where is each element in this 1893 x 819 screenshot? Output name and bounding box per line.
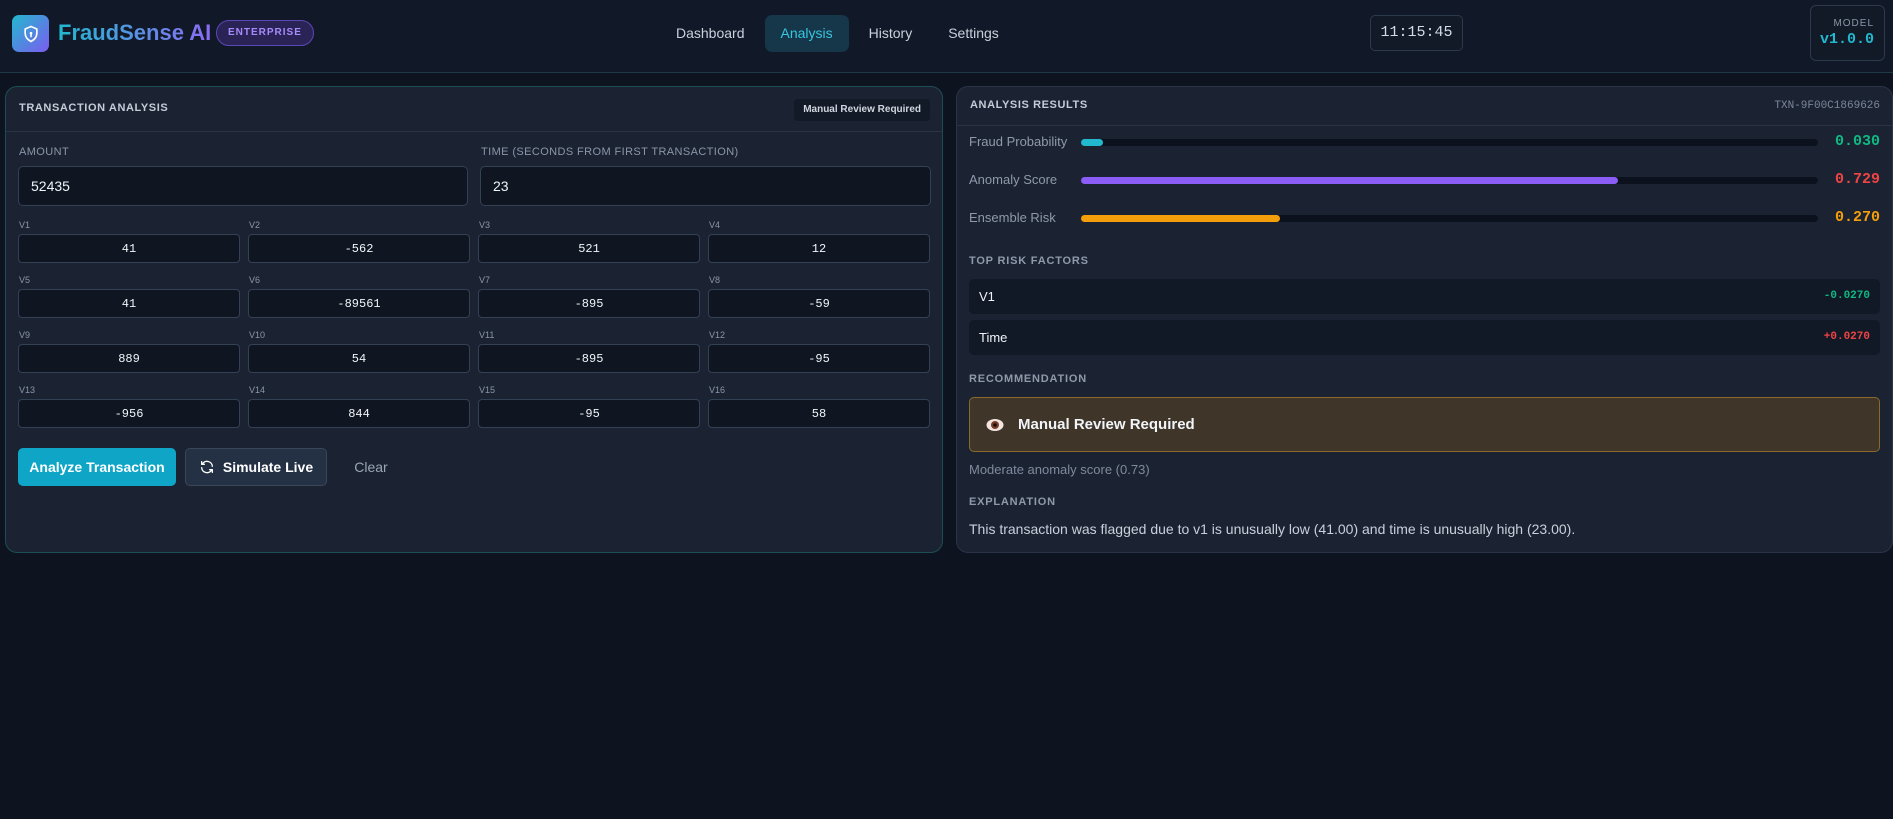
app-header: FraudSense AI ENTERPRISE Dashboard Analy…: [0, 0, 1893, 73]
feature-input-v12[interactable]: [708, 344, 930, 373]
anomaly-score-label: Anomaly Score: [969, 172, 1058, 187]
feature-input-v5[interactable]: [18, 289, 240, 318]
feature-input-v1[interactable]: [18, 234, 240, 263]
eye-icon: [986, 418, 1004, 437]
risk-factor-value: +0.0270: [1823, 331, 1870, 343]
feature-label-v8: V8: [709, 275, 721, 285]
ensemble-risk-value: 0.270: [1834, 209, 1880, 226]
fraud-probability-bar: [1081, 139, 1818, 146]
feature-label-v10: V10: [249, 330, 266, 340]
transaction-panel-header: TRANSACTION ANALYSIS Manual Review Requi…: [6, 87, 942, 132]
clear-button[interactable]: Clear: [339, 448, 403, 486]
ensemble-risk-bar: [1081, 215, 1818, 222]
feature-label-v16: V16: [709, 385, 726, 395]
feature-input-v3[interactable]: [478, 234, 700, 263]
risk-factor-value: -0.0270: [1823, 290, 1870, 302]
brand-name: FraudSense AI: [58, 20, 212, 45]
simulate-live-label: Simulate Live: [222, 459, 314, 475]
refresh-icon: [200, 460, 213, 474]
feature-label-v6: V6: [249, 275, 261, 285]
recommendation-title: RECOMMENDATION: [969, 373, 1087, 385]
logo: [12, 15, 49, 52]
time-input[interactable]: [480, 166, 931, 206]
anomaly-score-bar: [1081, 177, 1818, 184]
fraud-probability-bar-fill: [1081, 139, 1104, 146]
explanation-text: This transaction was flagged due to v1 i…: [969, 521, 1576, 537]
feature-label-v1: V1: [19, 220, 31, 230]
model-version: v1.0.0: [1819, 31, 1874, 48]
results-panel-header: ANALYSIS RESULTS TXN-9F00C1869626: [957, 87, 1892, 126]
nav-dashboard[interactable]: Dashboard: [660, 15, 761, 52]
fraud-probability-label: Fraud Probability: [969, 134, 1068, 149]
main-nav: Dashboard Analysis History Settings: [660, 15, 1015, 52]
ensemble-risk-bar-fill: [1081, 215, 1280, 222]
feature-label-v7: V7: [479, 275, 491, 285]
feature-label-v4: V4: [709, 220, 721, 230]
ensemble-risk-label: Ensemble Risk: [969, 210, 1056, 225]
risk-factor-row: Time +0.0270: [969, 320, 1880, 355]
anomaly-score-value: 0.729: [1834, 171, 1880, 188]
feature-input-v11[interactable]: [478, 344, 700, 373]
feature-input-v9[interactable]: [18, 344, 240, 373]
clock: 11:15:45: [1370, 15, 1463, 51]
explanation-title: EXPLANATION: [969, 496, 1056, 508]
feature-label-v15: V15: [479, 385, 496, 395]
feature-input-v14[interactable]: [248, 399, 470, 428]
feature-label-v13: V13: [19, 385, 36, 395]
analyze-transaction-button[interactable]: Analyze Transaction: [18, 448, 176, 486]
feature-label-v5: V5: [19, 275, 31, 285]
time-label: TIME (SECONDS FROM FIRST TRANSACTION): [481, 146, 739, 158]
transaction-panel: TRANSACTION ANALYSIS Manual Review Requi…: [5, 86, 943, 553]
simulate-live-button[interactable]: Simulate Live: [185, 448, 327, 486]
plan-badge: ENTERPRISE: [216, 20, 314, 46]
feature-input-v7[interactable]: [478, 289, 700, 318]
feature-label-v12: V12: [709, 330, 726, 340]
nav-history[interactable]: History: [853, 15, 929, 52]
feature-input-v4[interactable]: [708, 234, 930, 263]
feature-input-v8[interactable]: [708, 289, 930, 318]
recommendation-box: Manual Review Required: [969, 397, 1880, 452]
recommendation-text: Manual Review Required: [1018, 416, 1195, 433]
feature-input-v2[interactable]: [248, 234, 470, 263]
feature-input-v13[interactable]: [18, 399, 240, 428]
model-info: MODEL v1.0.0: [1810, 5, 1885, 61]
status-badge: Manual Review Required: [794, 99, 930, 121]
nav-analysis[interactable]: Analysis: [764, 15, 849, 52]
feature-label-v9: V9: [19, 330, 31, 340]
feature-label-v2: V2: [249, 220, 261, 230]
fraud-probability-value: 0.030: [1834, 133, 1880, 150]
feature-label-v3: V3: [479, 220, 491, 230]
feature-input-v6[interactable]: [248, 289, 470, 318]
feature-input-v15[interactable]: [478, 399, 700, 428]
transaction-id: TXN-9F00C1869626: [1774, 100, 1880, 112]
amount-input[interactable]: [18, 166, 468, 206]
model-label: MODEL: [1833, 18, 1874, 29]
recommendation-detail: Moderate anomaly score (0.73): [969, 462, 1150, 477]
risk-factor-row: V1 -0.0270: [969, 279, 1880, 314]
risk-factors-title: TOP RISK FACTORS: [969, 255, 1089, 267]
feature-input-v10[interactable]: [248, 344, 470, 373]
results-panel: ANALYSIS RESULTS TXN-9F00C1869626 Fraud …: [956, 86, 1893, 553]
nav-settings[interactable]: Settings: [932, 15, 1015, 52]
risk-factor-name: Time: [979, 330, 1008, 345]
results-panel-title: ANALYSIS RESULTS: [970, 99, 1088, 111]
shield-icon: [23, 25, 38, 42]
feature-input-v16[interactable]: [708, 399, 930, 428]
feature-label-v14: V14: [249, 385, 266, 395]
risk-factor-name: V1: [979, 289, 995, 304]
amount-label: AMOUNT: [19, 146, 70, 158]
feature-label-v11: V11: [479, 330, 495, 340]
transaction-panel-title: TRANSACTION ANALYSIS: [19, 102, 169, 114]
anomaly-score-bar-fill: [1081, 177, 1619, 184]
